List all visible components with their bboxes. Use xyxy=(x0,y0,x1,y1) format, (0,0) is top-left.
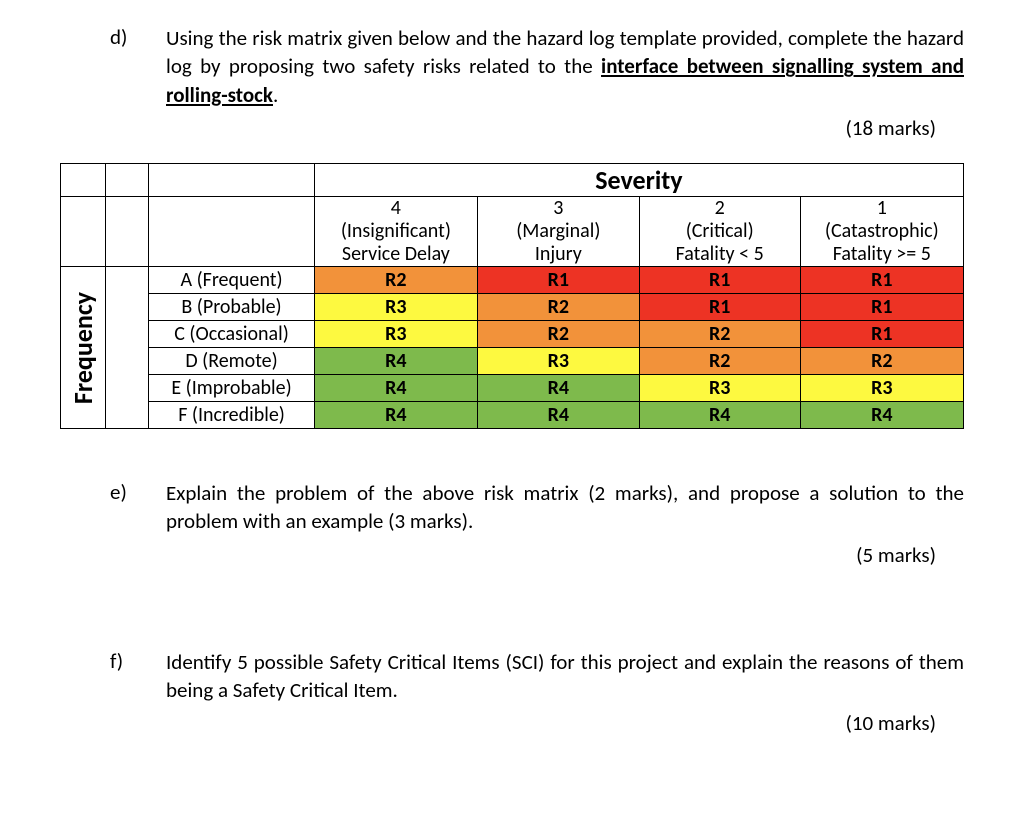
question-f-text: Identify 5 possible Safety Critical Item… xyxy=(166,648,964,705)
blank-cell xyxy=(105,164,149,197)
matrix-row-c: C (Occasional) R3 R2 R2 R1 xyxy=(61,321,964,348)
severity-col-label: (Critical) xyxy=(640,220,800,243)
freq-row-label: D (Remote) xyxy=(149,348,315,375)
risk-cell: R1 xyxy=(639,294,800,321)
severity-title-row: Severity xyxy=(61,164,964,197)
risk-cell: R2 xyxy=(477,294,639,321)
severity-col-detail: Service Delay xyxy=(315,243,477,266)
blank-cell xyxy=(61,164,106,197)
severity-title: Severity xyxy=(314,164,963,197)
blank-cell xyxy=(149,164,315,197)
question-f-letter: f) xyxy=(60,648,166,705)
severity-col-detail: Fatality >= 5 xyxy=(801,243,963,266)
severity-col-num: 1 xyxy=(801,197,963,220)
risk-cell: R1 xyxy=(800,267,963,294)
risk-cell: R2 xyxy=(639,348,800,375)
risk-cell: R2 xyxy=(314,267,477,294)
severity-col-4: 4 (Insignificant) Service Delay xyxy=(314,197,477,267)
severity-col-num: 3 xyxy=(478,197,639,220)
risk-cell: R1 xyxy=(639,267,800,294)
risk-cell: R3 xyxy=(639,375,800,402)
severity-col-3: 3 (Marginal) Injury xyxy=(477,197,639,267)
freq-row-label: F (Incredible) xyxy=(149,402,315,429)
matrix-row-f: F (Incredible) R4 R4 R4 R4 xyxy=(61,402,964,429)
severity-col-detail: Fatality < 5 xyxy=(640,243,800,266)
freq-row-label: E (Improbable) xyxy=(149,375,315,402)
frequency-title: Frequency xyxy=(67,291,99,403)
matrix-row-a: Frequency A (Frequent) R2 R1 R1 R1 xyxy=(61,267,964,294)
freq-row-label: C (Occasional) xyxy=(149,321,315,348)
risk-cell: R1 xyxy=(477,267,639,294)
question-e-text: Explain the problem of the above risk ma… xyxy=(166,479,964,536)
risk-cell: R4 xyxy=(639,402,800,429)
question-d: d) Using the risk matrix given below and… xyxy=(60,24,964,109)
matrix-row-d: D (Remote) R4 R3 R2 R2 xyxy=(61,348,964,375)
risk-cell: R4 xyxy=(477,402,639,429)
risk-cell: R3 xyxy=(477,348,639,375)
question-e-letter: e) xyxy=(60,479,166,536)
risk-cell: R1 xyxy=(800,294,963,321)
question-f-marks: (10 marks) xyxy=(60,710,964,736)
question-d-text: Using the risk matrix given below and th… xyxy=(166,24,964,109)
severity-col-label: (Insignificant) xyxy=(315,220,477,243)
blank-cell xyxy=(105,197,149,267)
matrix-row-e: E (Improbable) R4 R4 R3 R3 xyxy=(61,375,964,402)
risk-cell: R3 xyxy=(314,321,477,348)
severity-col-1: 1 (Catastrophic) Fatality >= 5 xyxy=(800,197,963,267)
risk-cell: R4 xyxy=(800,402,963,429)
risk-matrix: Severity 4 (Insignificant) Service Delay… xyxy=(60,163,964,429)
question-e: e) Explain the problem of the above risk… xyxy=(60,479,964,536)
question-d-letter: d) xyxy=(60,24,166,109)
risk-cell: R2 xyxy=(800,348,963,375)
severity-col-2: 2 (Critical) Fatality < 5 xyxy=(639,197,800,267)
risk-cell: R4 xyxy=(477,375,639,402)
risk-cell: R2 xyxy=(477,321,639,348)
severity-col-label: (Marginal) xyxy=(478,220,639,243)
risk-cell: R1 xyxy=(800,321,963,348)
freq-row-label: B (Probable) xyxy=(149,294,315,321)
risk-matrix-table: Severity 4 (Insignificant) Service Delay… xyxy=(60,163,964,429)
severity-header-row: 4 (Insignificant) Service Delay 3 (Margi… xyxy=(61,197,964,267)
severity-col-num: 2 xyxy=(640,197,800,220)
severity-col-num: 4 xyxy=(315,197,477,220)
severity-col-label: (Catastrophic) xyxy=(801,220,963,243)
risk-cell: R2 xyxy=(639,321,800,348)
risk-cell: R3 xyxy=(800,375,963,402)
question-d-text-post: . xyxy=(273,82,278,108)
matrix-row-b: B (Probable) R3 R2 R1 R1 xyxy=(61,294,964,321)
frequency-title-cell: Frequency xyxy=(61,267,106,429)
risk-cell: R4 xyxy=(314,402,477,429)
page: d) Using the risk matrix given below and… xyxy=(0,0,1024,819)
severity-col-detail: Injury xyxy=(478,243,639,266)
risk-cell: R3 xyxy=(314,294,477,321)
risk-cell: R4 xyxy=(314,348,477,375)
blank-cell xyxy=(149,197,315,267)
question-d-marks: (18 marks) xyxy=(60,115,964,141)
risk-cell: R4 xyxy=(314,375,477,402)
question-f: f) Identify 5 possible Safety Critical I… xyxy=(60,648,964,705)
freq-row-label: A (Frequent) xyxy=(149,267,315,294)
blank-cell xyxy=(61,197,106,267)
question-e-marks: (5 marks) xyxy=(60,542,964,568)
blank-cell xyxy=(105,267,149,429)
